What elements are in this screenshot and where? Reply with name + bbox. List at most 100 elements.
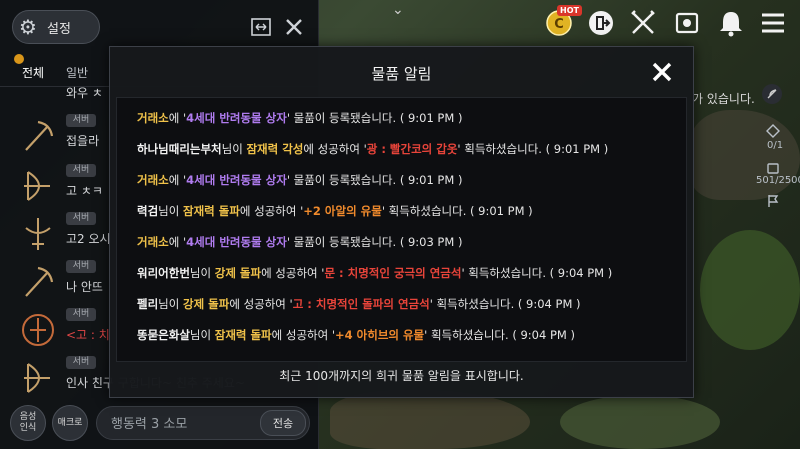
reward-name: 문 : 치명적인 궁극의 연금석 xyxy=(324,266,462,280)
system-message-text: 가 있습니다. xyxy=(692,92,755,106)
notification-text: 에 성공하여 ' xyxy=(261,266,325,280)
reward-name: 고 : 치명적인 돌파의 연금석 xyxy=(292,297,430,311)
notification-text: 에 성공하여 ' xyxy=(271,328,336,342)
item-name: 4세대 반려동물 상자 xyxy=(186,111,287,125)
user-name: 펠리 xyxy=(137,297,159,311)
collapse-arrow-icon[interactable]: ⌄ xyxy=(392,2,404,18)
location-name: 거래소 xyxy=(137,173,169,187)
notification-item: 거래소에 '4세대 반려동물 상자' 물품이 등록됐습니다. ( 9:01 PM… xyxy=(137,110,462,126)
user-name: 력검 xyxy=(137,204,159,218)
chat-message-text: 고 ㅊㅋ xyxy=(66,184,103,198)
chat-input: 전송 xyxy=(96,406,310,440)
bell-icon[interactable] xyxy=(716,8,746,38)
exit-icon[interactable] xyxy=(586,8,616,38)
chat-message-text: 와우 ㅊ xyxy=(66,86,103,100)
notification-text: 에 성공하여 ' xyxy=(229,297,293,311)
server-badge: 서버 xyxy=(66,260,96,273)
user-name: 워리어한번 xyxy=(137,266,190,280)
server-badge: 서버 xyxy=(66,164,96,177)
diamond-icon xyxy=(764,122,782,140)
menu-icon[interactable] xyxy=(758,8,788,38)
notification-text: 에 성공하여 ' xyxy=(303,142,367,156)
notification-text: ' 물품이 등록됐습니다. ( 9:03 PM ) xyxy=(286,235,463,249)
background-ground xyxy=(330,390,530,449)
notification-text: 에 ' xyxy=(168,173,187,187)
item-name: 4세대 반려동물 상자 xyxy=(186,235,287,249)
notification-item: 펠리님이 강제 돌파에 성공하여 '고 : 치명적인 돌파의 연금석' 획득하셨… xyxy=(137,296,581,312)
notification-text: 님이 xyxy=(221,142,247,156)
user-name: 하나님때리는부처 xyxy=(137,142,222,156)
voice-recognition-button[interactable]: 음성 인식 xyxy=(10,405,46,441)
notification-item: 똥묻은화살님이 잠재력 돌파에 성공하여 '+4 아히브의 유물' 획득하셨습니… xyxy=(137,327,575,343)
notification-text: 에 ' xyxy=(168,111,187,125)
flag-icon[interactable] xyxy=(764,192,782,210)
settings-button[interactable]: ⚙ 설정 xyxy=(12,10,100,44)
item-name: 4세대 반려동물 상자 xyxy=(186,173,287,187)
notification-text: 에 성공하여 ' xyxy=(239,204,304,218)
server-badge: 서버 xyxy=(66,212,96,225)
pickaxe-icon xyxy=(25,120,54,151)
tab-general[interactable]: 일반 xyxy=(66,64,88,81)
notification-item: 거래소에 '4세대 반려동물 상자' 물품이 등록됐습니다. ( 9:03 PM… xyxy=(137,234,462,250)
dialog-title: 물품 알림 xyxy=(371,65,432,83)
action-name: 잠재력 돌파 xyxy=(183,204,240,218)
notification-text: ' 획득하셨습니다. ( 9:04 PM ) xyxy=(461,266,613,280)
notification-item: 력검님이 잠재력 돌파에 성공하여 '+2 아알의 유물' 획득하셨습니다. (… xyxy=(137,203,533,219)
expand-icon[interactable] xyxy=(250,16,272,38)
dialog-header: 물품 알림 xyxy=(110,47,693,97)
bag-icon xyxy=(764,158,782,176)
notification-text: ' 획득하셨습니다. ( 9:01 PM ) xyxy=(457,142,609,156)
server-badge: 서버 xyxy=(66,356,96,369)
notification-text: ' 획득하셨습니다. ( 9:01 PM ) xyxy=(381,204,533,218)
crossed-swords-icon[interactable] xyxy=(628,8,658,38)
gear-icon: ⚙ xyxy=(19,15,37,39)
counter-text: 0/1 xyxy=(767,140,784,151)
chat-input-field[interactable] xyxy=(109,414,263,431)
notification-text: ' 획득하셨습니다. ( 9:04 PM ) xyxy=(424,328,575,342)
send-button[interactable]: 전송 xyxy=(260,410,306,436)
pickaxe-icon xyxy=(25,266,54,297)
tab-all[interactable]: 전체 xyxy=(22,64,44,81)
notification-text: 님이 xyxy=(189,266,215,280)
bow-icon xyxy=(24,363,50,393)
location-name: 거래소 xyxy=(137,235,169,249)
server-badge: 서버 xyxy=(66,308,96,321)
bow-icon xyxy=(24,171,50,201)
action-name: 강제 돌파 xyxy=(214,266,262,280)
background-rock xyxy=(690,110,800,200)
settings-label: 설정 xyxy=(47,21,71,37)
notification-item: 거래소에 '4세대 반려동물 상자' 물품이 등록됐습니다. ( 9:01 PM… xyxy=(137,172,462,188)
notification-text: ' 물품이 등록됐습니다. ( 9:01 PM ) xyxy=(286,173,463,187)
storage-icon[interactable] xyxy=(672,8,702,38)
notification-text: 님이 xyxy=(158,204,183,218)
dialog-footer-text: 최근 100개까지의 희귀 물품 알림을 표시합니다. xyxy=(279,369,524,383)
background-foliage xyxy=(700,230,800,350)
reward-name: +2 아알의 유물 xyxy=(303,204,382,218)
feather-icon[interactable] xyxy=(762,84,782,104)
notification-list: 거래소에 '4세대 반려동물 상자' 물품이 등록됐습니다. ( 9:01 PM… xyxy=(116,97,687,362)
notification-item: 하나님때리는부처님이 잠재력 각성에 성공하여 '광 : 빨간코의 갑옷' 획득… xyxy=(137,141,608,157)
chat-message-text: <고 : 치 xyxy=(66,328,110,342)
server-badge: 서버 xyxy=(66,114,96,127)
notification-dot xyxy=(14,54,24,64)
location-name: 거래소 xyxy=(137,111,169,125)
notification-text: ' 획득하셨습니다. ( 9:04 PM ) xyxy=(429,297,581,311)
notification-text: ' 물품이 등록됐습니다. ( 9:01 PM ) xyxy=(286,111,463,125)
crossbow-icon xyxy=(25,218,51,250)
reward-name: +4 아히브의 유물 xyxy=(335,328,425,342)
chat-message-text: 나 안뜨 xyxy=(66,280,103,294)
reward-name: 광 : 빨간코의 갑옷 xyxy=(366,142,458,156)
notification-text: 에 ' xyxy=(168,235,187,249)
close-icon[interactable] xyxy=(283,16,305,38)
close-icon[interactable] xyxy=(651,61,673,83)
emblem-icon xyxy=(22,314,54,346)
chat-message-text: 접을라 xyxy=(66,134,100,148)
item-notification-dialog: 물품 알림 거래소에 '4세대 반려동물 상자' 물품이 등록됐습니다. ( 9… xyxy=(109,46,694,398)
inventory-counter-text: 501/2500 xyxy=(756,175,800,186)
chat-message-text: 고2 오시 xyxy=(66,232,111,246)
background-foliage xyxy=(560,395,720,449)
macro-button[interactable]: 매크로 xyxy=(52,405,88,441)
action-name: 잠재력 각성 xyxy=(246,142,304,156)
notification-item: 워리어한번님이 강제 돌파에 성공하여 '문 : 치명적인 궁극의 연금석' 획… xyxy=(137,265,612,281)
svg-text:C: C xyxy=(554,17,564,32)
